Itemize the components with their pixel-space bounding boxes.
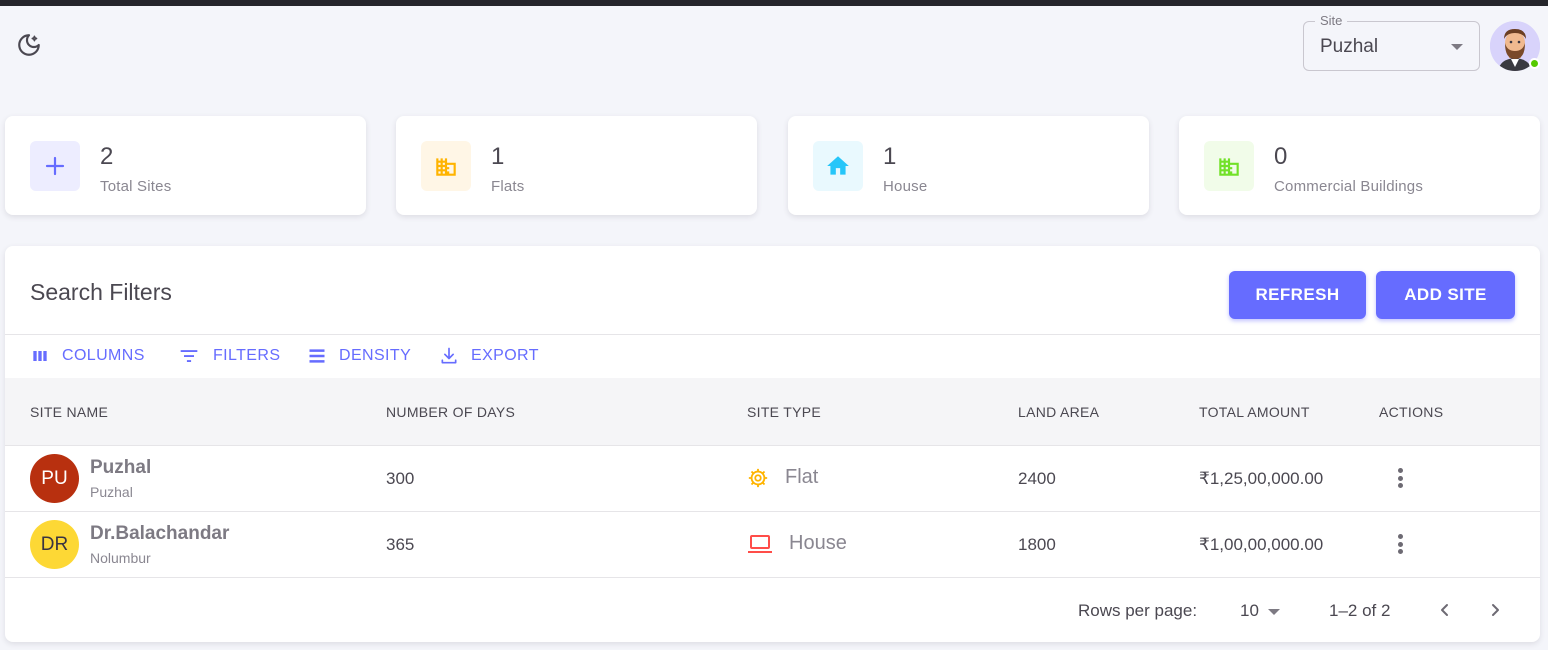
rows-per-page-select[interactable]: 10 bbox=[1240, 599, 1286, 623]
avatar: PU bbox=[30, 454, 79, 503]
number-of-days: 300 bbox=[386, 469, 415, 488]
add-site-button[interactable]: ADD SITE bbox=[1376, 271, 1515, 319]
previous-page-button[interactable] bbox=[1433, 598, 1457, 622]
density-button[interactable]: DENSITY bbox=[307, 344, 411, 368]
chevron-left-icon bbox=[1441, 604, 1448, 616]
column-header[interactable]: SITE NAME bbox=[30, 404, 108, 420]
building-icon bbox=[1204, 141, 1254, 191]
column-header[interactable]: TOTAL AMOUNT bbox=[1199, 404, 1310, 420]
chevron-down-icon bbox=[1268, 609, 1280, 615]
stat-value: 1 bbox=[883, 143, 897, 170]
site-location: Puzhal bbox=[90, 484, 133, 500]
column-header[interactable]: SITE TYPE bbox=[747, 404, 821, 420]
stat-card-total-sites: 2 Total Sites bbox=[5, 116, 366, 215]
columns-icon bbox=[33, 351, 47, 361]
total-amount: ₹1,00,00,000.00 bbox=[1199, 535, 1324, 554]
rows-per-page-label: Rows per page: bbox=[1078, 601, 1198, 620]
stat-card-house: 1 House bbox=[788, 116, 1149, 215]
site-type-label: House bbox=[789, 532, 847, 554]
building-icon bbox=[421, 141, 471, 191]
cog-icon bbox=[748, 468, 768, 487]
theme-toggle-button[interactable] bbox=[14, 30, 44, 60]
site-select-label: Site bbox=[1315, 13, 1348, 28]
stat-value: 1 bbox=[491, 143, 505, 170]
stat-card-commercial-buildings: 0 Commercial Buildings bbox=[1179, 116, 1540, 215]
site-type-label: Flat bbox=[785, 466, 819, 488]
user-avatar[interactable] bbox=[1490, 21, 1540, 71]
filters-label: FILTERS bbox=[213, 347, 281, 364]
pagination-range: 1–2 of 2 bbox=[1329, 601, 1391, 620]
site-location: Nolumbur bbox=[90, 550, 151, 566]
site-name: Puzhal bbox=[90, 457, 152, 478]
table-header: SITE NAME NUMBER OF DAYS SITE TYPE LAND … bbox=[5, 378, 1540, 446]
export-button[interactable]: EXPORT bbox=[439, 344, 539, 368]
total-amount: ₹1,25,00,000.00 bbox=[1199, 469, 1324, 488]
top-bar bbox=[0, 0, 1548, 6]
site-type: House bbox=[747, 532, 847, 555]
moon-star-icon bbox=[18, 34, 40, 56]
chevron-right-icon bbox=[1492, 604, 1499, 616]
avatar: DR bbox=[30, 520, 79, 569]
site-select-value: Puzhal bbox=[1320, 36, 1379, 57]
download-icon bbox=[441, 347, 457, 364]
density-icon bbox=[309, 349, 325, 363]
stat-card-flats: 1 Flats bbox=[396, 116, 757, 215]
number-of-days: 365 bbox=[386, 535, 415, 554]
export-label: EXPORT bbox=[471, 347, 539, 364]
chevron-down-icon bbox=[1451, 44, 1463, 50]
divider bbox=[5, 334, 1540, 335]
stat-value: 2 bbox=[100, 143, 114, 170]
sites-table-card: Search Filters REFRESH ADD SITE COLUMNS … bbox=[5, 246, 1540, 642]
column-header[interactable]: NUMBER OF DAYS bbox=[386, 404, 515, 420]
columns-label: COLUMNS bbox=[62, 347, 145, 364]
next-page-button[interactable] bbox=[1483, 598, 1507, 622]
more-vertical-icon[interactable] bbox=[1390, 466, 1410, 490]
site-name: Dr.Balachandar bbox=[90, 523, 230, 544]
stat-value: 0 bbox=[1274, 143, 1288, 170]
table-row[interactable]: PU Puzhal Puzhal 300 Flat 2400 ₹1,25,00,… bbox=[5, 446, 1540, 512]
column-header: ACTIONS bbox=[1379, 404, 1444, 420]
stat-label: Total Sites bbox=[100, 178, 172, 195]
filters-button[interactable]: FILTERS bbox=[177, 344, 280, 368]
land-area: 2400 bbox=[1018, 469, 1056, 488]
rows-per-page-value: 10 bbox=[1240, 601, 1259, 620]
online-status-dot bbox=[1529, 58, 1540, 69]
laptop-icon bbox=[748, 534, 772, 553]
filter-icon bbox=[180, 350, 198, 362]
column-header[interactable]: LAND AREA bbox=[1018, 404, 1099, 420]
refresh-button[interactable]: REFRESH bbox=[1229, 271, 1366, 319]
stat-label: Commercial Buildings bbox=[1274, 178, 1424, 195]
more-vertical-icon[interactable] bbox=[1390, 532, 1410, 556]
panel-title: Search Filters bbox=[30, 279, 172, 305]
stat-label: House bbox=[883, 178, 928, 195]
site-type: Flat bbox=[747, 466, 818, 489]
land-area: 1800 bbox=[1018, 535, 1056, 554]
density-label: DENSITY bbox=[339, 347, 412, 364]
columns-button[interactable]: COLUMNS bbox=[30, 344, 145, 368]
site-select[interactable]: Site Puzhal bbox=[1303, 13, 1480, 71]
plus-icon bbox=[30, 141, 80, 191]
stat-label: Flats bbox=[491, 178, 525, 195]
home-icon bbox=[813, 141, 863, 191]
table-row[interactable]: DR Dr.Balachandar Nolumbur 365 House 180… bbox=[5, 512, 1540, 578]
